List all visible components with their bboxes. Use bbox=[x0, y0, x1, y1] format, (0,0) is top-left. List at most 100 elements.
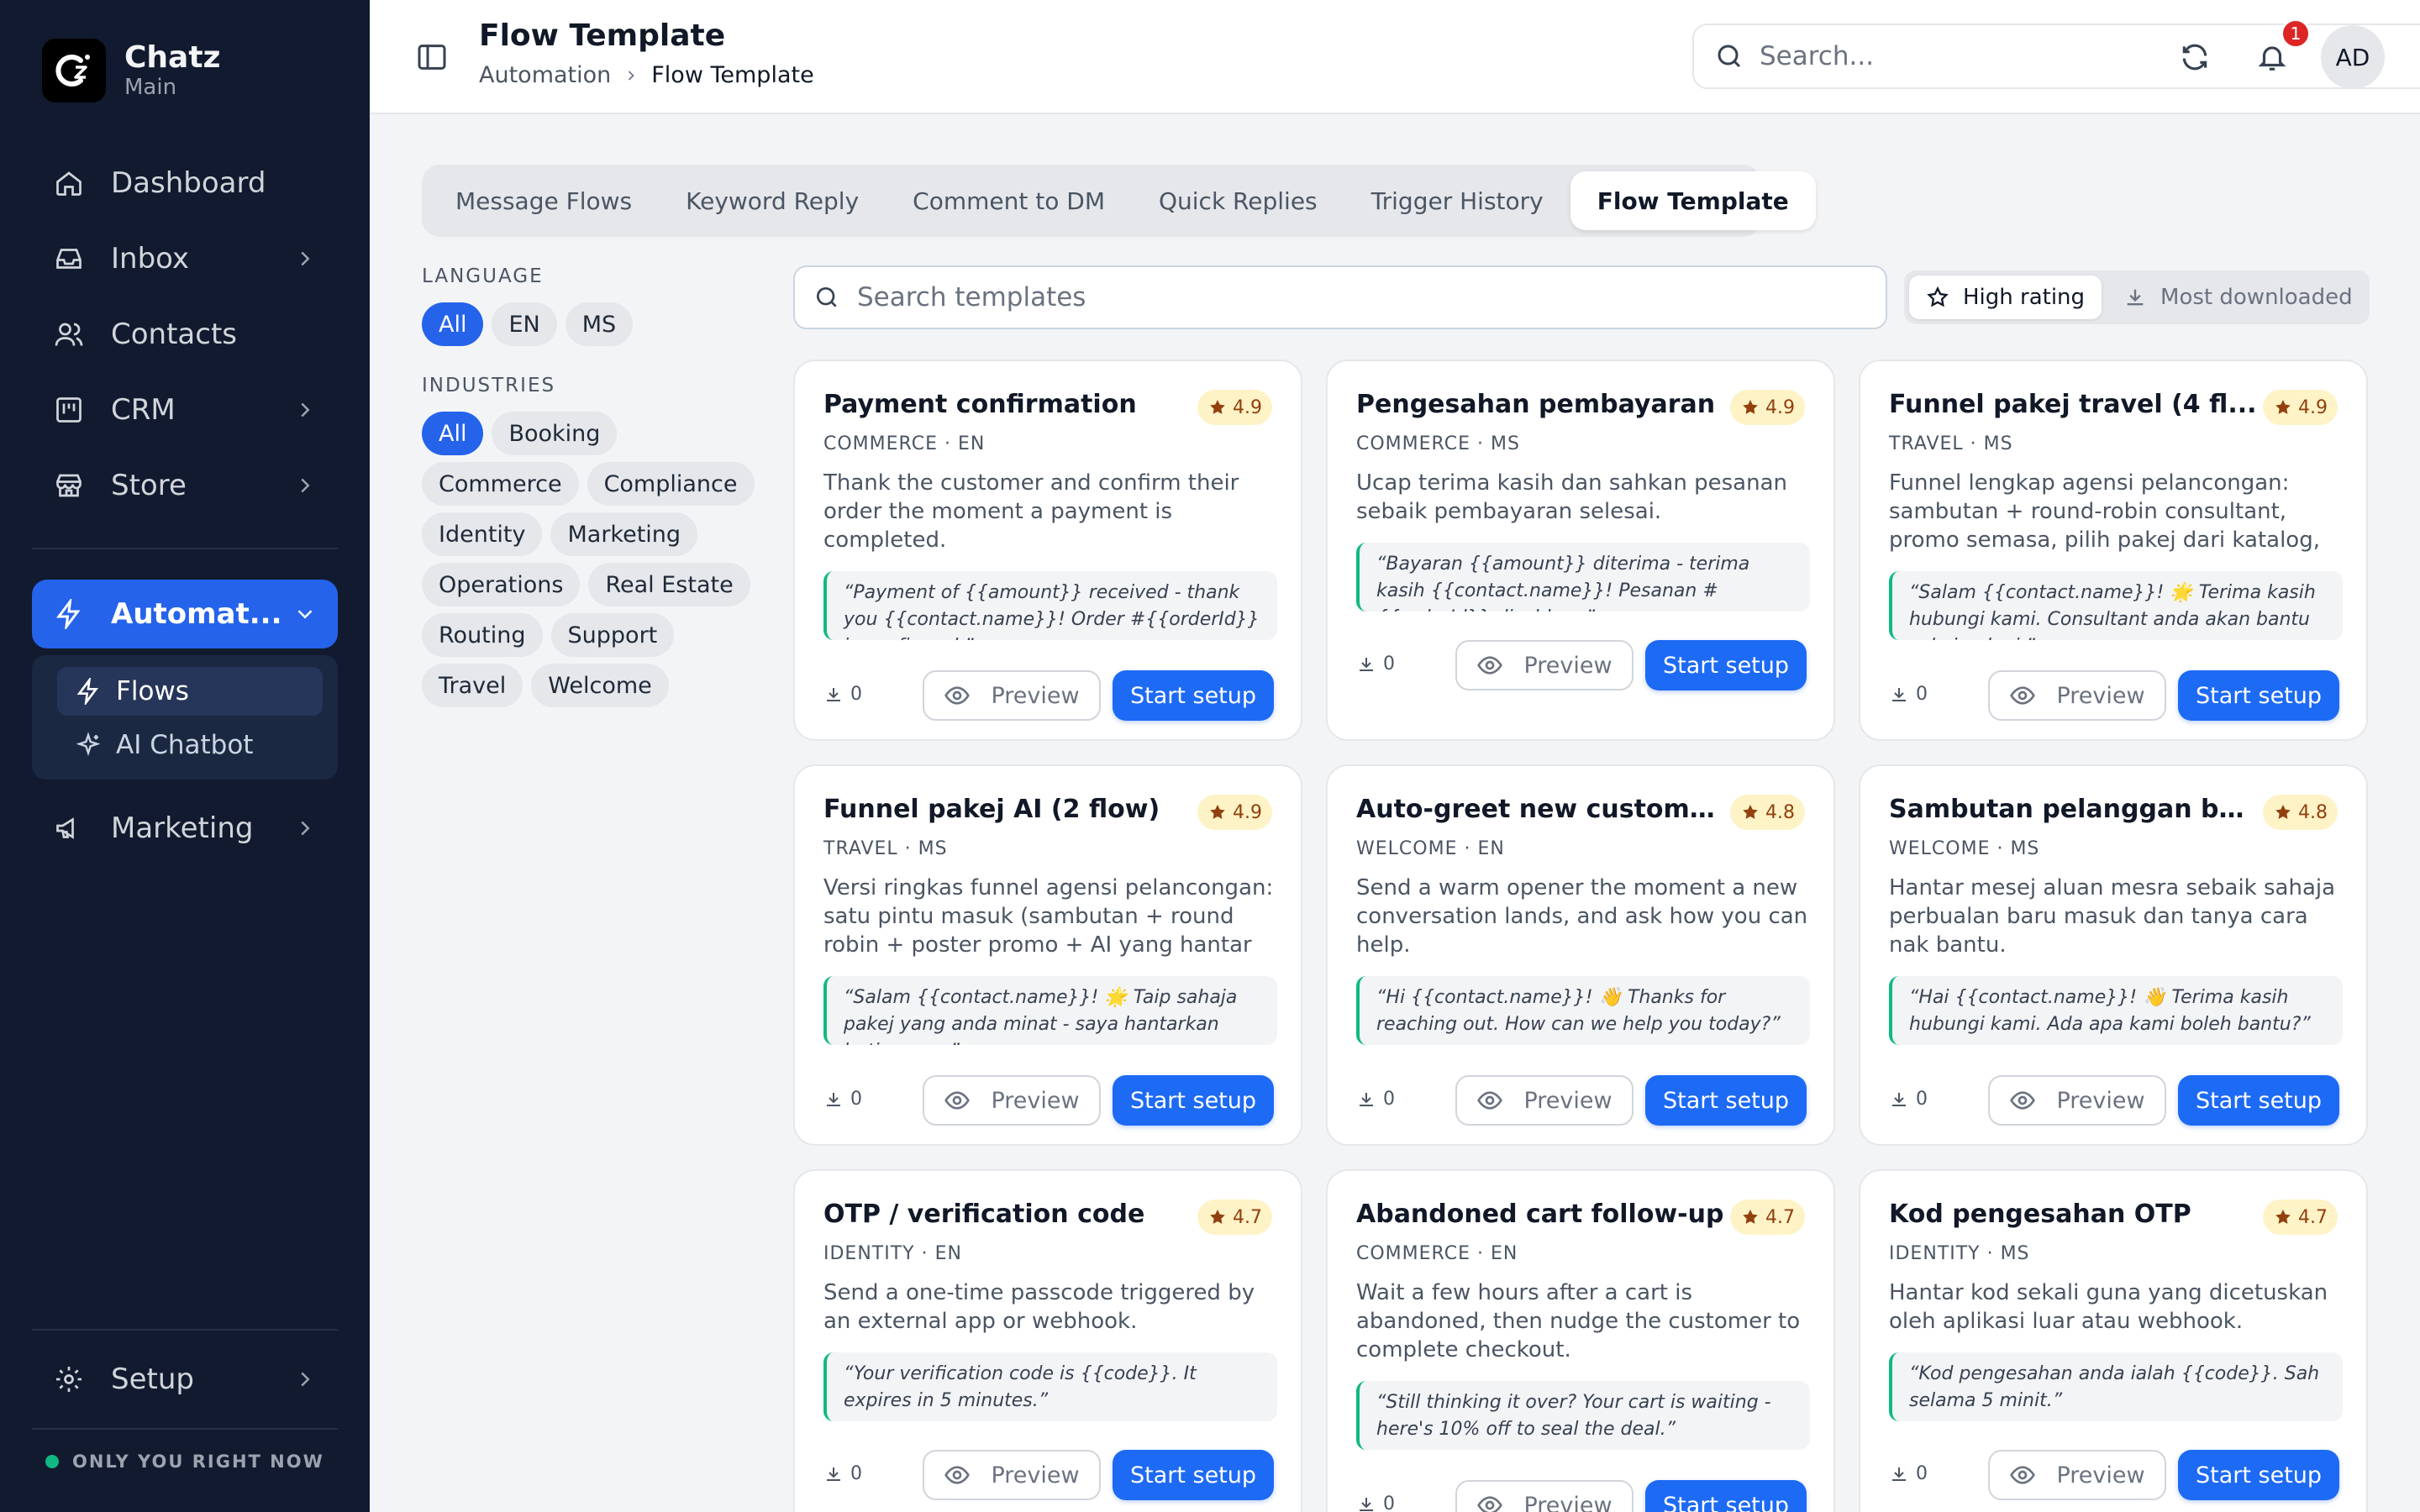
preview-button[interactable]: Preview bbox=[1988, 1075, 2166, 1126]
sidebar-toggle-icon[interactable] bbox=[415, 40, 449, 74]
tab-quick-replies[interactable]: Quick Replies bbox=[1132, 171, 1344, 230]
sort-high-rating-label: High rating bbox=[1963, 285, 2086, 310]
preview-button[interactable]: Preview bbox=[1988, 670, 2166, 721]
template-card[interactable]: Payment confirmation 4.9 COMMERCE · EN T… bbox=[793, 360, 1302, 741]
star-icon bbox=[2275, 805, 2291, 819]
template-rating: 4.7 bbox=[2263, 1200, 2338, 1235]
template-downloads: 0 bbox=[1889, 1089, 1928, 1110]
preview-button-label: Preview bbox=[991, 682, 1080, 709]
sidebar-item-ai-chatbot[interactable]: AI Chatbot bbox=[57, 721, 323, 769]
template-message-preview: “Payment of {{amount}} received - thank … bbox=[823, 571, 1277, 640]
chevron-right-icon bbox=[629, 70, 634, 81]
sidebar-item-dashboard[interactable]: Dashboard bbox=[32, 150, 338, 217]
preview-button[interactable]: Preview bbox=[1455, 1075, 1634, 1126]
chevron-right-icon bbox=[301, 402, 310, 417]
template-rating-value: 4.7 bbox=[1765, 1206, 1795, 1228]
tab-trigger-history[interactable]: Trigger History bbox=[1344, 171, 1570, 230]
industry-chip-booking[interactable]: Booking bbox=[492, 412, 618, 455]
presence-status-text: ONLY YOU RIGHT NOW bbox=[72, 1452, 324, 1472]
industry-chip-real-estate[interactable]: Real Estate bbox=[588, 563, 750, 606]
preview-button[interactable]: Preview bbox=[1455, 1480, 1634, 1512]
industry-chip-routing[interactable]: Routing bbox=[422, 613, 543, 657]
tab-message-flows[interactable]: Message Flows bbox=[429, 171, 659, 230]
preview-button[interactable]: Preview bbox=[1455, 640, 1634, 690]
presence-status: ONLY YOU RIGHT NOW bbox=[45, 1452, 324, 1472]
sidebar-item-contacts[interactable]: Contacts bbox=[32, 301, 338, 368]
eye-icon bbox=[944, 1466, 971, 1484]
start-setup-button[interactable]: Start setup bbox=[2178, 1075, 2339, 1126]
template-card[interactable]: OTP / verification code 4.7 IDENTITY · E… bbox=[793, 1169, 1302, 1512]
template-name: Payment confirmation bbox=[823, 390, 1137, 419]
sidebar-item-label: Store bbox=[111, 469, 187, 502]
preview-button[interactable]: Preview bbox=[923, 1075, 1101, 1126]
brand[interactable]: Chatz Main bbox=[42, 39, 221, 102]
industry-chip-welcome[interactable]: Welcome bbox=[531, 664, 669, 707]
sidebar-item-store[interactable]: Store bbox=[32, 452, 338, 519]
industry-chip-compliance[interactable]: Compliance bbox=[587, 462, 755, 506]
template-downloads-count: 0 bbox=[1383, 1089, 1395, 1110]
sidebar-item-automation[interactable]: Automat... bbox=[32, 580, 338, 648]
preview-button[interactable]: Preview bbox=[923, 670, 1101, 721]
sidebar-item-label: Flows bbox=[116, 676, 189, 706]
sort-most-downloaded-button[interactable]: Most downloaded bbox=[2107, 276, 2370, 319]
template-card[interactable]: Auto-greet new customers 4.8 WELCOME · E… bbox=[1326, 764, 1835, 1146]
template-search-input[interactable]: Search templates bbox=[793, 265, 1887, 329]
sidebar-item-inbox[interactable]: Inbox bbox=[32, 225, 338, 292]
preview-button-label: Preview bbox=[1523, 1492, 1612, 1512]
industry-chip-all[interactable]: All bbox=[422, 412, 484, 455]
industry-chip-operations[interactable]: Operations bbox=[422, 563, 581, 606]
template-meta: COMMERCE · EN bbox=[1356, 1243, 1518, 1264]
refresh-icon[interactable] bbox=[2176, 39, 2213, 76]
industry-chip-identity[interactable]: Identity bbox=[422, 512, 543, 556]
language-chip-en[interactable]: EN bbox=[492, 302, 557, 346]
start-setup-button[interactable]: Start setup bbox=[1645, 640, 1807, 690]
star-icon bbox=[1743, 805, 1758, 819]
language-chip-all[interactable]: All bbox=[422, 302, 484, 346]
avatar[interactable]: AD bbox=[2321, 25, 2385, 89]
template-downloads-count: 0 bbox=[1916, 1463, 1928, 1484]
template-rating: 4.8 bbox=[1730, 795, 1805, 830]
template-message-preview: “Your verification code is {{code}}. It … bbox=[823, 1352, 1277, 1421]
tab-comment-to-dm[interactable]: Comment to DM bbox=[886, 171, 1132, 230]
eye-icon bbox=[2010, 1091, 2036, 1110]
template-rating-value: 4.8 bbox=[2298, 801, 2328, 823]
tab-flow-template[interactable]: Flow Template bbox=[1570, 171, 1816, 230]
start-setup-button[interactable]: Start setup bbox=[1113, 1075, 1274, 1126]
industry-chip-support[interactable]: Support bbox=[550, 613, 675, 657]
template-card[interactable]: Abandoned cart follow-up 4.7 COMMERCE · … bbox=[1326, 1169, 1835, 1512]
template-card[interactable]: Sambutan pelanggan baru 4.8 WELCOME · MS… bbox=[1859, 764, 2368, 1146]
template-card[interactable]: Pengesahan pembayaran 4.9 COMMERCE · MS … bbox=[1326, 360, 1835, 741]
industry-chip-commerce[interactable]: Commerce bbox=[422, 462, 579, 506]
start-setup-button[interactable]: Start setup bbox=[1113, 670, 1274, 721]
download-icon bbox=[1892, 1092, 1906, 1106]
industry-chip-marketing[interactable]: Marketing bbox=[550, 512, 698, 556]
template-card[interactable]: Funnel pakej travel (4 fl... 4.9 TRAVEL … bbox=[1859, 360, 2368, 741]
sparkles-icon bbox=[74, 731, 103, 759]
template-card[interactable]: Funnel pakej AI (2 flow) 4.9 TRAVEL · MS… bbox=[793, 764, 1302, 1146]
sidebar-item-marketing[interactable]: Marketing bbox=[32, 795, 338, 862]
star-icon bbox=[2275, 400, 2291, 414]
template-downloads-count: 0 bbox=[850, 1089, 862, 1110]
sidebar-item-crm[interactable]: CRM bbox=[32, 376, 338, 444]
industry-chip-travel[interactable]: Travel bbox=[422, 664, 523, 707]
sidebar-item-setup[interactable]: Setup bbox=[32, 1346, 338, 1413]
start-setup-button[interactable]: Start setup bbox=[2178, 1450, 2339, 1500]
gear-icon bbox=[52, 1362, 86, 1396]
template-description: Send a one-time passcode triggered by an… bbox=[823, 1280, 1255, 1334]
preview-button[interactable]: Preview bbox=[923, 1450, 1101, 1500]
brand-workspace: Main bbox=[124, 75, 177, 100]
start-setup-button[interactable]: Start setup bbox=[2178, 670, 2339, 721]
template-message-preview: “Kod pengesahan anda ialah {{code}}. Sah… bbox=[1889, 1352, 2343, 1421]
sort-high-rating-button[interactable]: High rating bbox=[1909, 276, 2102, 319]
template-meta: COMMERCE · EN bbox=[823, 433, 986, 454]
sidebar-item-flows[interactable]: Flows bbox=[57, 667, 323, 716]
tab-keyword-reply[interactable]: Keyword Reply bbox=[659, 171, 886, 230]
start-setup-button[interactable]: Start setup bbox=[1645, 1075, 1807, 1126]
start-setup-button[interactable]: Start setup bbox=[1113, 1450, 1274, 1500]
breadcrumb-root[interactable]: Automation bbox=[479, 62, 611, 88]
start-setup-button[interactable]: Start setup bbox=[1645, 1480, 1807, 1512]
template-card[interactable]: Kod pengesahan OTP 4.7 IDENTITY · MS Han… bbox=[1859, 1169, 2368, 1512]
language-chip-ms[interactable]: MS bbox=[565, 302, 634, 346]
global-search-input[interactable]: Search... ⌘K bbox=[1692, 24, 2420, 89]
preview-button[interactable]: Preview bbox=[1988, 1450, 2166, 1500]
